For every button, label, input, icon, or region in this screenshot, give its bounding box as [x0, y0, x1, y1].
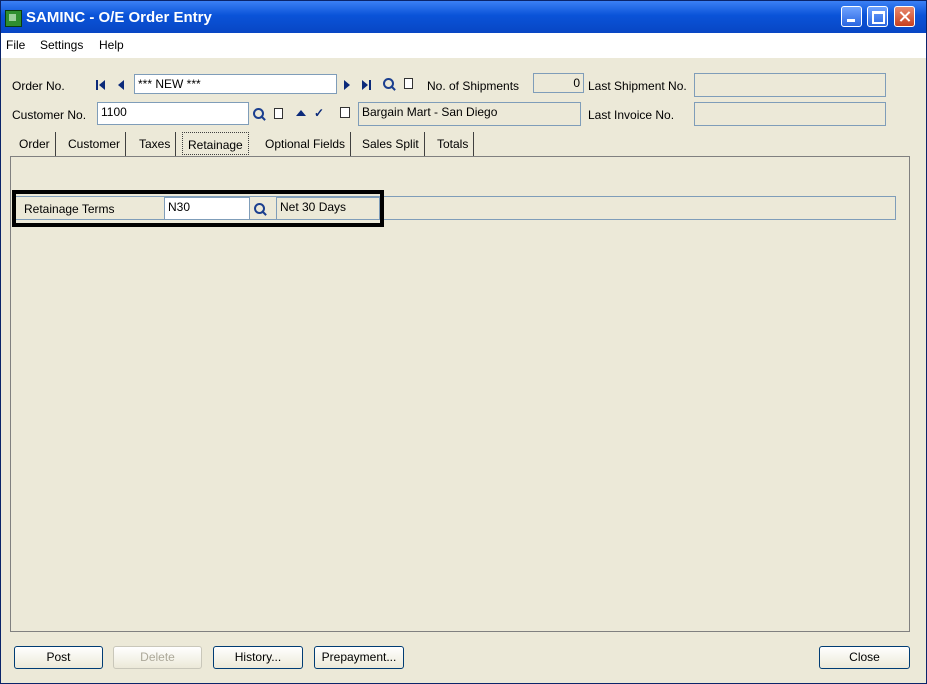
- customer-detail-icon[interactable]: [340, 107, 350, 118]
- history-button[interactable]: History...: [213, 646, 303, 669]
- first-record-icon[interactable]: [96, 80, 108, 92]
- close-window-button[interactable]: [894, 6, 915, 27]
- shipments-label: No. of Shipments: [427, 79, 520, 93]
- drilldown-icon[interactable]: ✓: [314, 107, 326, 119]
- last-shipment-field: [694, 73, 886, 97]
- tab-optional-fields[interactable]: Optional Fields: [260, 132, 352, 156]
- menu-help[interactable]: Help: [99, 38, 124, 52]
- prepayment-button[interactable]: Prepayment...: [314, 646, 404, 669]
- app-icon: [5, 10, 22, 27]
- customer-no-label: Customer No.: [12, 108, 87, 122]
- tab-retainage[interactable]: Retainage: [182, 132, 249, 155]
- menu-bar: File Settings Help: [1, 33, 926, 58]
- customer-no-field[interactable]: 1100: [97, 102, 249, 125]
- window: SAMINC - O/E Order Entry File Settings H…: [0, 0, 927, 684]
- menu-file[interactable]: File: [6, 38, 25, 52]
- minimize-button[interactable]: [841, 6, 862, 27]
- customer-finder-icon[interactable]: [253, 108, 266, 121]
- previous-record-icon[interactable]: [117, 80, 129, 92]
- highlight-box: [12, 190, 384, 227]
- delete-button[interactable]: Delete: [113, 646, 202, 669]
- tab-taxes[interactable]: Taxes: [134, 132, 177, 156]
- finder-icon[interactable]: [383, 78, 396, 91]
- tab-customer[interactable]: Customer: [63, 132, 127, 156]
- tab-panel: [10, 156, 910, 632]
- next-record-icon[interactable]: [344, 80, 356, 92]
- post-button[interactable]: Post: [14, 646, 103, 669]
- tab-sales-split[interactable]: Sales Split: [357, 132, 425, 156]
- last-record-icon[interactable]: [362, 80, 374, 92]
- tab-order[interactable]: Order: [14, 132, 56, 156]
- customer-name-field: Bargain Mart - San Diego: [358, 102, 581, 126]
- shipments-count-field: 0: [533, 73, 584, 93]
- title-bar: SAMINC - O/E Order Entry: [1, 1, 926, 33]
- close-button[interactable]: Close: [819, 646, 910, 669]
- zoom-icon[interactable]: [296, 110, 308, 122]
- order-no-field[interactable]: *** NEW ***: [134, 74, 337, 94]
- menu-settings[interactable]: Settings: [40, 38, 83, 52]
- last-invoice-label: Last Invoice No.: [588, 108, 675, 122]
- last-invoice-field: [694, 102, 886, 126]
- last-shipment-label: Last Shipment No.: [588, 79, 687, 93]
- tab-totals[interactable]: Totals: [432, 132, 475, 156]
- maximize-button[interactable]: [867, 6, 888, 27]
- order-no-label: Order No.: [12, 79, 65, 93]
- new-document-icon[interactable]: [404, 78, 416, 90]
- window-title: SAMINC - O/E Order Entry: [26, 9, 212, 26]
- customer-new-icon[interactable]: [274, 108, 286, 120]
